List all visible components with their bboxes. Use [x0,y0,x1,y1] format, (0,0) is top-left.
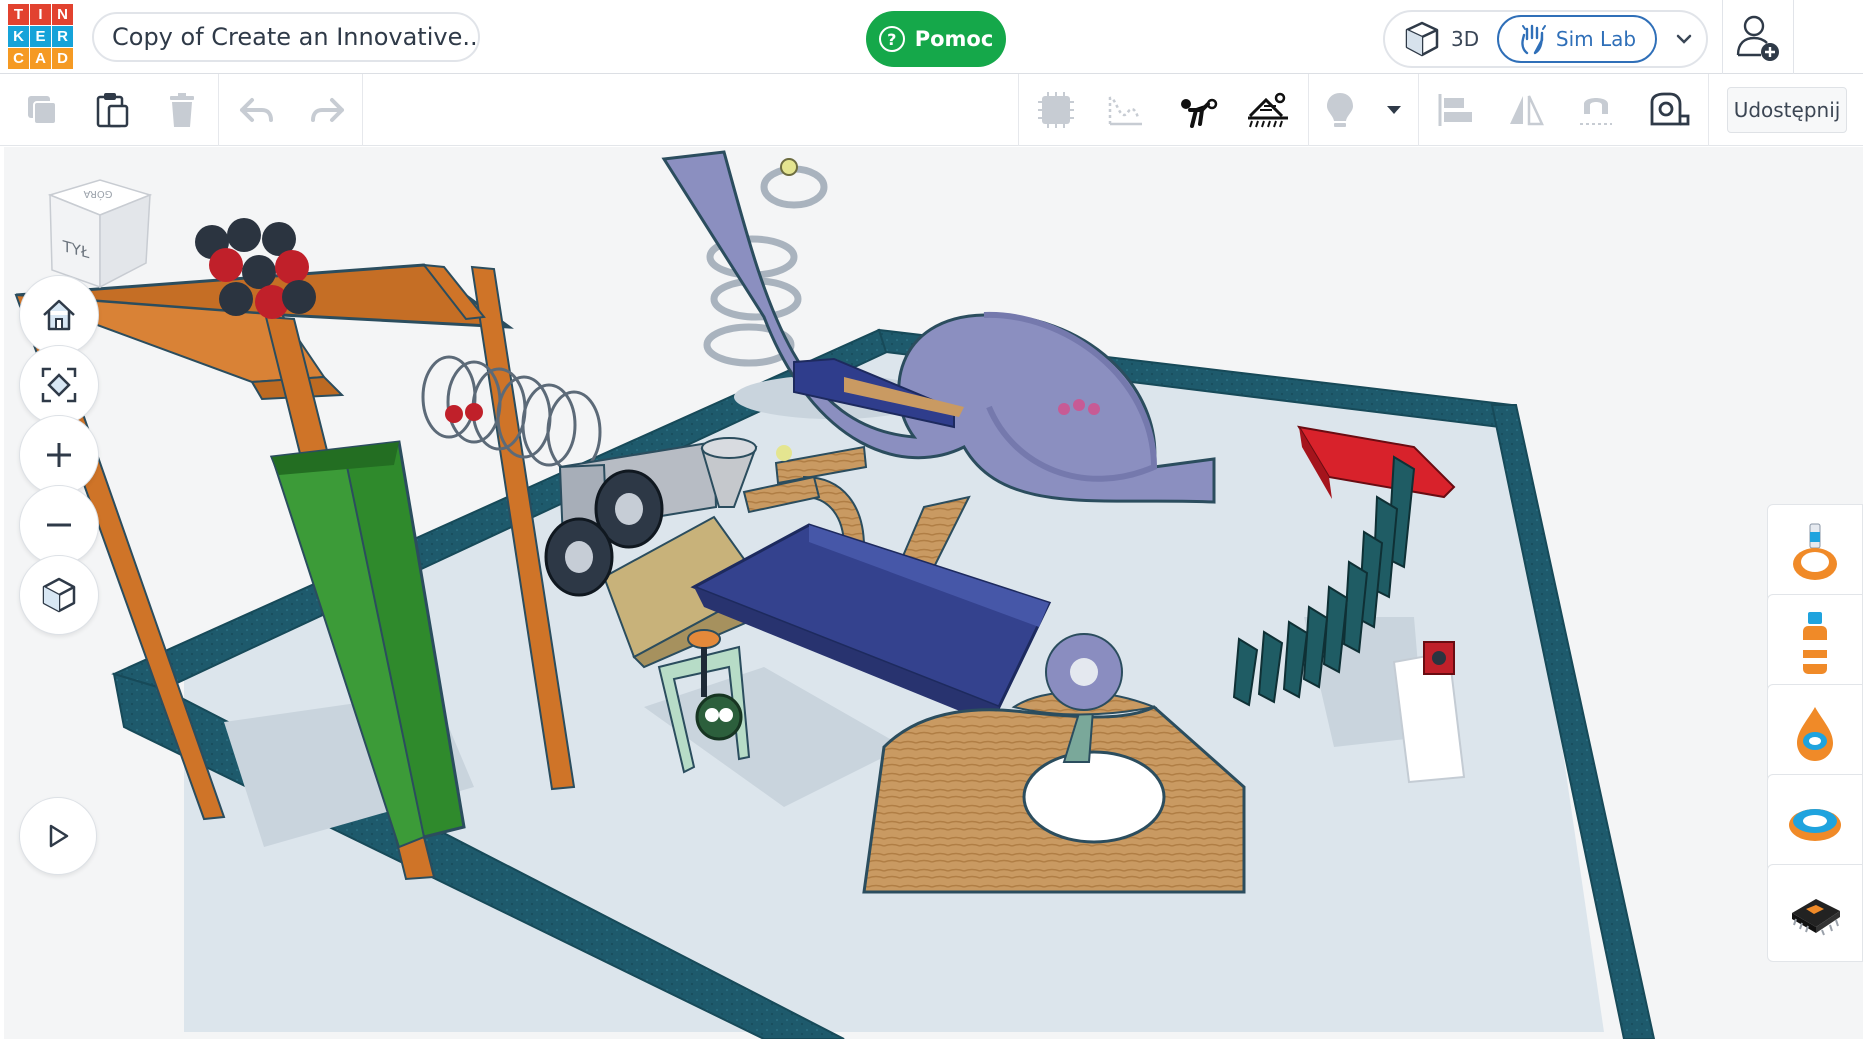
home-icon [43,299,75,331]
share-button-label: Udostępnij [1733,98,1841,122]
play-simulation-button[interactable] [19,797,97,875]
top-bar: T I N K E R C A D Copy of Create an Inno… [0,0,1863,74]
toolbar-divider [1418,74,1419,146]
shape-item[interactable] [1767,684,1863,782]
dropdown-arrow-icon[interactable] [1372,84,1416,136]
help-button-label: Pomoc [914,27,994,51]
physics-throw-icon[interactable] [1172,84,1224,136]
view-cube-top-label: GÓRA [83,188,112,201]
workplane-viewport[interactable]: GÓRA TYŁ [4,147,1863,1039]
sim-shapes-panel [1767,504,1863,1039]
toolbar-divider [362,74,363,146]
zoom-out-icon [47,523,71,527]
dropper-orange-icon [1793,523,1837,580]
shape-item[interactable] [1767,774,1863,872]
drop-orange-icon [1797,707,1833,761]
logo-letter: A [30,48,51,69]
fit-view-icon [41,367,77,403]
shape-item[interactable] [1767,504,1863,602]
ring-orange-icon [1789,809,1841,841]
cube-3d-icon [1405,21,1439,57]
zoom-out-button[interactable] [19,485,99,565]
mode-sim-lab-button[interactable]: Sim Lab [1497,15,1657,63]
logo-letter: E [30,26,51,47]
design-title: Copy of Create an Innovative... [112,23,480,51]
toolbar: Udostępnij [0,74,1863,146]
fit-view-button[interactable] [19,345,99,425]
logo-letter: C [8,48,29,69]
help-question-icon: ? [878,26,905,52]
toolbar-divider [218,74,219,146]
magnet-icon[interactable] [1570,84,1622,136]
sim-lab-hand-icon [1521,24,1546,55]
logo-letter: R [52,26,73,47]
trash-icon[interactable] [156,84,208,136]
design-title-field[interactable]: Copy of Create an Innovative... [92,12,480,62]
tinkercad-logo[interactable]: T I N K E R C A D [8,4,74,70]
scene-wind-icon[interactable] [1242,84,1294,136]
3d-scene[interactable] [4,147,1863,1039]
toolbar-divider [1308,74,1309,146]
perspective-icon [42,577,76,613]
play-icon [49,824,69,848]
logo-letter: T [8,4,29,25]
mode-sim-lab-label: Sim Lab [1555,27,1637,51]
curve-path-icon[interactable] [1100,84,1152,136]
shape-item[interactable] [1767,594,1863,692]
shape-item[interactable] [1767,864,1863,962]
tinkercad-app: T I N K E R C A D Copy of Create an Inno… [0,0,1863,1039]
measure-tool-icon[interactable] [1644,84,1696,136]
chevron-down-icon[interactable] [1671,26,1697,52]
add-user-icon [1736,15,1779,61]
mode-3d-button[interactable]: 3D [1403,18,1479,60]
logo-letter: D [52,48,73,69]
zoom-in-button[interactable] [19,415,99,495]
grid-block-icon[interactable] [1030,84,1082,136]
copy-icon[interactable] [16,84,68,136]
toolbar-divider [1018,74,1019,146]
share-button[interactable]: Udostępnij [1727,87,1847,133]
mode-3d-label: 3D [1451,27,1480,51]
logo-letter: K [8,26,29,47]
zoom-in-icon [47,443,71,467]
lightbulb-icon[interactable] [1314,84,1366,136]
perspective-button[interactable] [19,555,99,635]
add-user-button[interactable] [1722,0,1794,74]
mode-switch: 3D Sim Lab [1383,10,1708,68]
logo-letter: N [52,4,73,25]
toolbar-divider [1708,74,1709,146]
bottle-orange-icon [1803,612,1827,674]
mirror-icon[interactable] [1500,84,1552,136]
redo-icon[interactable] [302,84,354,136]
align-icon[interactable] [1428,84,1480,136]
home-view-button[interactable] [19,275,99,355]
help-button[interactable]: ? Pomoc [866,11,1006,67]
logo-letter: I [30,4,51,25]
undo-icon[interactable] [230,84,282,136]
paste-icon[interactable] [86,84,138,136]
chip-component-icon [1792,899,1840,936]
